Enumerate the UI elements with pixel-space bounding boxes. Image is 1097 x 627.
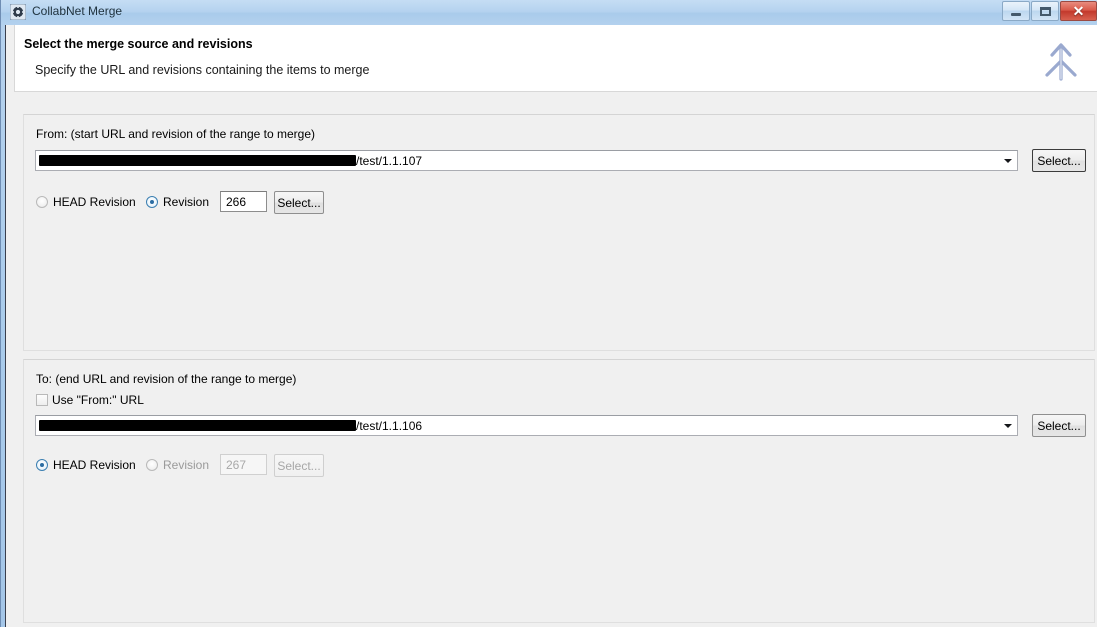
to-revision-label: Revision (163, 458, 210, 472)
from-head-revision-radio[interactable]: HEAD Revision (36, 194, 136, 210)
from-select-url-button[interactable]: Select... (1032, 149, 1086, 172)
to-head-revision-label: HEAD Revision (53, 458, 136, 472)
from-revision-radio[interactable]: Revision (146, 194, 209, 210)
window-title: CollabNet Merge (32, 4, 123, 18)
radio-indicator (146, 196, 158, 208)
from-url-combo[interactable]: /test/1.1.107 (35, 150, 1018, 171)
to-revision-input: 267 (220, 454, 267, 475)
to-url-visible-text: /test/1.1.106 (356, 419, 423, 433)
from-revision-input[interactable]: 266 (220, 191, 267, 212)
from-section-legend: From: (start URL and revision of the ran… (36, 127, 315, 141)
close-button[interactable]: ✕ (1060, 1, 1097, 21)
maximize-icon (1032, 2, 1058, 20)
to-revision-radio[interactable]: Revision (146, 457, 209, 473)
wizard-header: Select the merge source and revisions Sp… (14, 25, 1097, 92)
redacted-url-bar (39, 155, 356, 166)
close-icon: ✕ (1072, 3, 1085, 19)
radio-indicator (146, 459, 158, 471)
radio-indicator (36, 196, 48, 208)
to-head-revision-radio[interactable]: HEAD Revision (36, 457, 136, 473)
from-url-visible-text: /test/1.1.107 (356, 154, 423, 168)
from-revision-label: Revision (163, 195, 210, 209)
from-url-value: /test/1.1.107 (39, 154, 422, 168)
merge-arrow-icon (1030, 27, 1092, 89)
to-url-value: /test/1.1.106 (39, 419, 422, 433)
minimize-button[interactable] (1002, 1, 1030, 21)
from-select-revision-button[interactable]: Select... (274, 191, 324, 214)
page-subtitle: Specify the URL and revisions containing… (35, 63, 370, 77)
page-title: Select the merge source and revisions (24, 37, 253, 51)
from-section: From: (start URL and revision of the ran… (23, 114, 1095, 351)
redacted-url-bar (39, 420, 356, 431)
to-section-legend: To: (end URL and revision of the range t… (36, 372, 297, 386)
to-url-combo[interactable]: /test/1.1.106 (35, 415, 1018, 436)
use-from-url-checkbox[interactable]: Use "From:" URL (36, 392, 144, 408)
to-select-url-button[interactable]: Select... (1032, 414, 1086, 437)
dialog-client-area: Select the merge source and revisions Sp… (5, 25, 1097, 627)
gear-icon (9, 3, 27, 21)
application-window: CollabNet Merge ✕ Select the merge sourc… (0, 0, 1097, 627)
chevron-down-icon[interactable] (999, 417, 1016, 434)
minimize-icon (1003, 2, 1029, 20)
to-section: To: (end URL and revision of the range t… (23, 359, 1095, 623)
radio-indicator (36, 459, 48, 471)
from-head-revision-label: HEAD Revision (53, 195, 136, 209)
title-bar[interactable]: CollabNet Merge ✕ (1, 0, 1097, 25)
to-select-revision-button: Select... (274, 454, 324, 477)
use-from-url-label: Use "From:" URL (52, 393, 144, 407)
maximize-button[interactable] (1031, 1, 1059, 21)
checkbox-indicator (36, 394, 48, 406)
chevron-down-icon[interactable] (999, 152, 1016, 169)
